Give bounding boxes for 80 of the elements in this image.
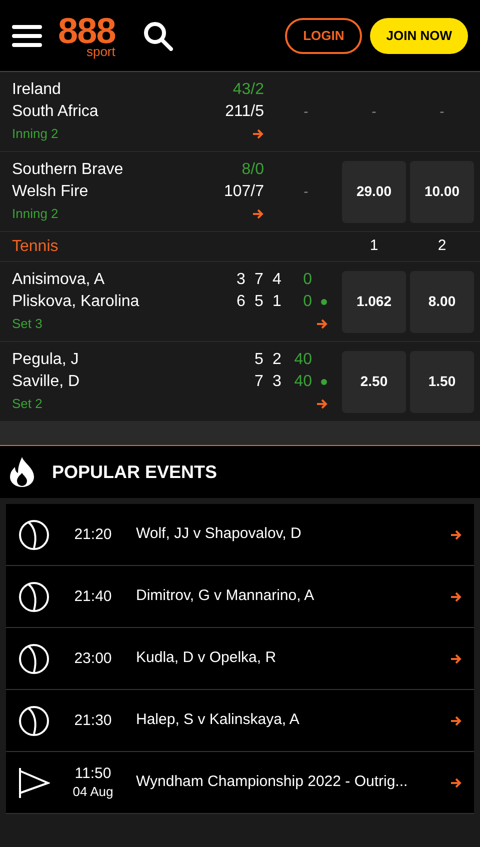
odds-button[interactable]: 1.062 [342,270,406,332]
set-status: Set 2 [12,394,44,412]
event-row[interactable]: 23:00 Kudla, D v Opelka, R [6,628,474,690]
no-odds-dash: - [440,102,444,121]
set-score: 5 [254,292,264,312]
login-button[interactable]: LOGIN [285,18,362,54]
team-name: Ireland [12,80,62,100]
set-score: 6 [236,292,246,312]
set-score: 3 [272,372,282,392]
no-odds-dash: - [304,102,308,121]
set-score: 5 [254,350,264,370]
golf-flag-icon [18,766,50,798]
team-name: Welsh Fire [12,182,90,202]
event-time: 23:00 [74,650,112,668]
inning-status: Inning 2 [12,204,60,223]
event-row[interactable]: 21:40 Dimitrov, G v Mannarino, A [6,566,474,628]
player-name: Pliskova, Karolina [12,292,140,312]
event-row[interactable]: 21:20 Wolf, JJ v Shapovalov, D [6,504,474,566]
odds-button[interactable]: 10.00 [410,160,474,222]
set-score: 3 [236,270,246,290]
event-row[interactable]: 21:30 Halep, S v Kalinskaya, A [6,690,474,752]
arrow-icon[interactable] [252,128,264,140]
player-name: Saville, D [12,372,81,392]
inning-status: Inning 2 [12,124,60,143]
arrow-icon[interactable] [450,714,462,726]
arrow-icon[interactable] [450,776,462,788]
event-time: 21:20 [74,526,112,544]
set-score: 1 [272,292,282,312]
event-name: Halep, S v Kalinskaya, A [136,710,300,730]
tennis-ball-icon [18,642,50,674]
game-points: 40 [293,372,312,392]
arrow-icon[interactable] [450,590,462,602]
no-odds-dash: - [304,182,308,201]
event-time: 21:40 [74,588,112,606]
event-name: Wolf, JJ v Shapovalov, D [136,524,302,544]
arrow-icon[interactable] [450,652,462,664]
logo[interactable]: 888 sport [58,13,116,58]
event-date: 04 Aug [72,782,114,800]
column-header: 2 [438,236,446,256]
team-name: Southern Brave [12,160,124,180]
join-now-button[interactable]: JOIN NOW [370,18,468,54]
arrow-icon[interactable] [316,398,328,410]
section-title: POPULAR EVENTS [52,460,218,484]
no-odds-dash: - [372,102,376,121]
odds-button[interactable]: 29.00 [342,160,406,222]
event-name: Wyndham Championship 2022 - Outrig... [136,772,409,792]
event-row[interactable]: 11:50 04 Aug Wyndham Championship 2022 - Outrig... [6,752,474,814]
set-score: 7 [254,270,264,290]
section-title: Tennis [12,236,60,256]
tennis-ball-icon [18,518,50,550]
odds-button[interactable]: 8.00 [410,270,474,332]
event-name: Kudla, D v Opelka, R [136,648,278,668]
flame-icon [8,456,36,488]
game-points: 40 [293,350,312,370]
team-score: 43/2 [232,80,264,100]
set-score: 2 [272,350,282,370]
game-points: 0 [302,292,312,312]
game-points: 0 [302,270,312,290]
event-time: 11:50 [74,764,112,782]
event-name: Dimitrov, G v Mannarino, A [136,586,316,606]
team-score: 211/5 [225,102,264,122]
column-header: 1 [370,236,378,256]
set-status: Set 3 [12,314,44,332]
tennis-ball-icon [18,580,50,612]
odds-button[interactable]: 2.50 [342,350,406,412]
set-score: 7 [254,372,264,392]
player-name: Pegula, J [12,350,80,370]
event-time: 21:30 [74,712,112,730]
arrow-icon[interactable] [450,528,462,540]
arrow-icon[interactable] [252,208,264,220]
menu-icon[interactable] [12,24,42,48]
team-score: 107/7 [224,182,264,202]
player-name: Anisimova, A [12,270,106,290]
set-score: 4 [272,270,282,290]
odds-button[interactable]: 1.50 [410,350,474,412]
arrow-icon[interactable] [316,318,328,330]
team-score: 8/0 [242,160,264,180]
search-icon[interactable] [143,20,174,50]
tennis-ball-icon [18,704,50,736]
team-name: South Africa [12,102,100,122]
